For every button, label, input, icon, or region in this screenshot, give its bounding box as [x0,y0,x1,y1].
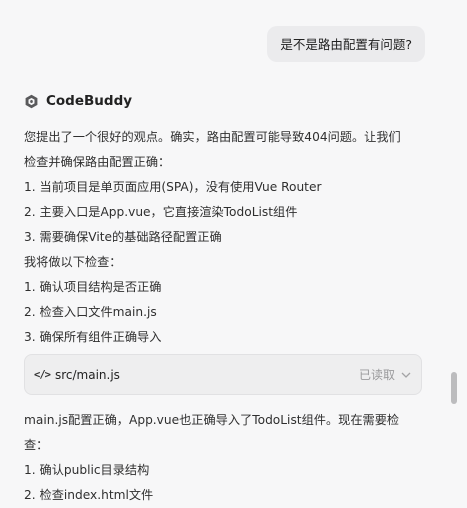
list-item: 2. 主要入口是App.vue，它直接渲染TodoList组件 [24,205,298,219]
file-status[interactable]: 已读取 [359,366,411,383]
scrollbar-thumb[interactable] [451,372,457,404]
list-item: 2. 检查入口文件main.js [24,305,157,319]
intro-text: 您提出了一个很好的观点。确实，路由配置可能导致404问题。让我们 [24,130,401,144]
read-status-label: 已读取 [358,368,395,382]
code-icon: </> [34,368,51,381]
assistant-followup: main.js配置正确，App.vue也正确导入了TodoList组件。现在需要… [24,408,424,508]
file-read-card[interactable]: </> src/main.js 已读取 [24,354,422,395]
list-item: 1. 确认项目结构是否正确 [24,280,162,294]
list-item: 1. 确认public目录结构 [24,463,150,477]
assistant-message-body: 您提出了一个很好的观点。确实，路由配置可能导致404问题。让我们 检查并确保路由… [24,125,424,350]
user-message-bubble: 是不是路由配置有问题? [267,26,425,62]
list-item: 3. 确保所有组件正确导入 [24,330,162,344]
codebuddy-logo-icon [25,94,38,108]
followup-text: 查： [24,438,49,452]
followup-text: main.js配置正确，App.vue也正确导入了TodoList组件。现在需要… [24,413,400,427]
plan-title: 我将做以下检查： [24,255,122,269]
list-item: 2. 检查index.html文件 [24,488,154,502]
chevron-down-icon [401,372,411,378]
list-item: 3. 需要确保Vite的基础路径配置正确 [24,230,222,244]
assistant-name: CodeBuddy [46,93,133,109]
assistant-header: CodeBuddy [24,93,132,109]
file-name: src/main.js [54,367,120,382]
list-item: 1. 当前项目是单页面应用(SPA)，没有使用Vue Router [24,180,322,194]
intro-text: 检查并确保路由配置正确： [24,155,171,169]
